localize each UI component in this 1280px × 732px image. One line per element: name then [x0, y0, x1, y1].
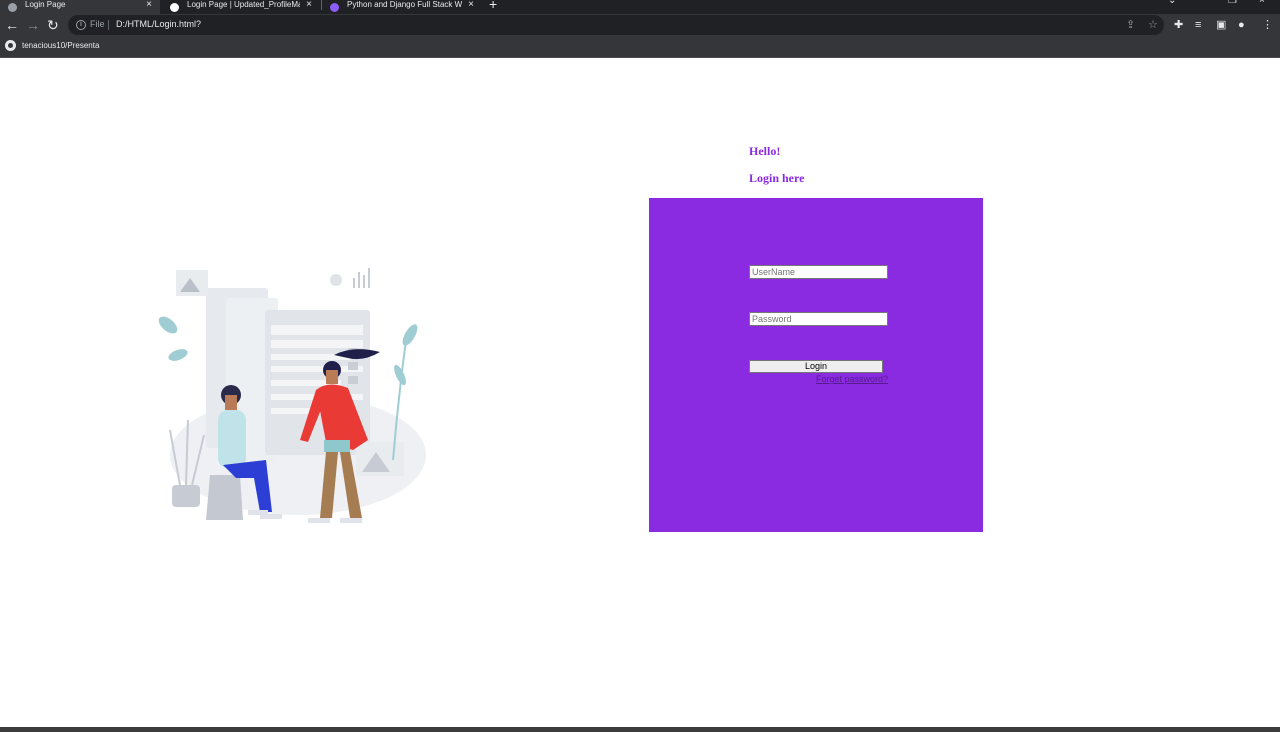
login-form-panel: Login Forget password? [649, 198, 983, 532]
tab-title: Login Page [25, 0, 66, 9]
file-chip: File [90, 19, 105, 29]
username-input[interactable] [749, 265, 888, 279]
tab-updated-profile[interactable]: Login Page | Updated_ProfileMa × [162, 0, 320, 14]
url-text[interactable]: D:/HTML/Login.html? [116, 19, 201, 29]
reload-icon[interactable]: ↻ [47, 17, 59, 33]
login-heading: Login here [749, 171, 805, 185]
bookmark-label: tenacious10/Presenta [22, 41, 100, 50]
taskbar-edge [0, 727, 1280, 732]
tab-login-page[interactable]: Login Page × [0, 0, 160, 14]
address-bar[interactable]: i File D:/HTML/Login.html? ⇪ ☆ [68, 15, 1164, 35]
bookmark-item[interactable]: tenacious10/Presenta [5, 40, 99, 51]
close-tab-icon[interactable]: × [306, 0, 312, 10]
tab-strip: Login Page × Login Page | Updated_Profil… [0, 0, 1280, 14]
browser-toolbar: ← → ↻ i File D:/HTML/Login.html? ⇪ ☆ ✚ ≡… [0, 14, 1280, 36]
info-icon[interactable]: i [76, 20, 86, 30]
star-icon[interactable]: ☆ [1148, 18, 1158, 31]
more-menu-icon[interactable]: ⋮ [1262, 17, 1273, 33]
greeting-heading: Hello! [749, 144, 781, 158]
bookmarks-bar: tenacious10/Presenta [0, 36, 1280, 58]
chevron-down-icon[interactable]: ⌄ [1168, 0, 1176, 6]
password-input[interactable] [749, 312, 888, 326]
new-tab-button[interactable]: + [489, 0, 497, 12]
globe-icon [8, 2, 17, 12]
profile-icon[interactable]: ● [1238, 17, 1245, 33]
restore-window-icon[interactable]: ❐ [1228, 0, 1237, 6]
address-divider [108, 20, 109, 30]
forward-arrow-icon[interactable]: → [26, 17, 40, 33]
close-window-icon[interactable]: × [1259, 0, 1265, 6]
tab-title: Python and Django Full Stack W [347, 0, 463, 9]
login-illustration [158, 268, 426, 523]
share-icon[interactable]: ⇪ [1126, 18, 1135, 31]
login-button[interactable]: Login [749, 360, 883, 373]
extensions-icon[interactable]: ✚ [1174, 17, 1183, 33]
side-panel-icon[interactable]: ▣ [1216, 17, 1226, 33]
close-tab-icon[interactable]: × [146, 0, 152, 10]
media-icon[interactable]: ≡ [1195, 17, 1201, 33]
github-icon [5, 40, 16, 51]
forgot-password-link[interactable]: Forget password? [816, 374, 888, 384]
close-tab-icon[interactable]: × [468, 0, 474, 10]
tab-title: Login Page | Updated_ProfileMa [187, 0, 301, 9]
tab-python-django[interactable]: Python and Django Full Stack W × [322, 0, 482, 14]
page-icon [170, 2, 179, 12]
udemy-icon [330, 2, 339, 12]
back-arrow-icon[interactable]: ← [5, 17, 19, 33]
